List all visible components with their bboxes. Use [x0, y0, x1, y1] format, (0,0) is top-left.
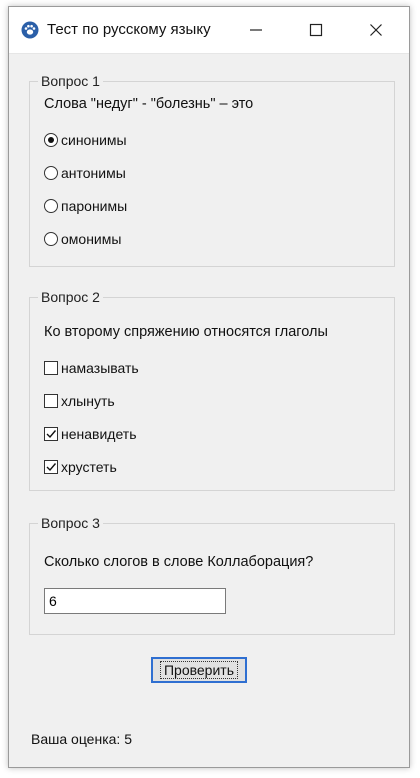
close-icon	[370, 24, 382, 36]
checkbox-option-label: ненавидеть	[61, 426, 137, 442]
checkbox[interactable]	[44, 394, 58, 408]
checkbox-option-nenavidet[interactable]: ненавидеть	[44, 424, 137, 444]
radio-option-paronyms[interactable]: паронимы	[44, 196, 127, 216]
score-line: Ваша оценка: 5	[31, 731, 132, 747]
maximize-icon	[309, 23, 323, 37]
radio-option-label: омонимы	[61, 231, 122, 247]
question3-legend: Вопрос 3	[38, 515, 103, 531]
score-value: 5	[124, 731, 132, 747]
checkbox-option-label: намазывать	[61, 360, 139, 376]
radio-button-checked[interactable]	[44, 133, 58, 147]
question1-group: Вопрос 1 Слова "недуг" - "болезнь" – это…	[29, 73, 395, 267]
checkbox-checked[interactable]	[44, 460, 58, 474]
window-title: Тест по русскому языку	[47, 21, 211, 38]
checkbox[interactable]	[44, 361, 58, 375]
check-button-label: Проверить	[159, 661, 239, 679]
checkbox-option-khlynut[interactable]: хлынуть	[44, 391, 115, 411]
radio-button[interactable]	[44, 199, 58, 213]
check-button[interactable]: Проверить	[151, 657, 247, 683]
radio-option-homonyms[interactable]: омонимы	[44, 229, 121, 249]
radio-option-label: антонимы	[61, 165, 126, 181]
radio-option-synonyms[interactable]: синонимы	[44, 130, 127, 150]
checkbox-option-khrustet[interactable]: хрустеть	[44, 457, 117, 477]
score-label: Ваша оценка:	[31, 731, 121, 747]
question3-group: Вопрос 3 Сколько слогов в слове Коллабор…	[29, 515, 395, 635]
question3-text: Сколько слогов в слове Коллаборация?	[44, 554, 314, 570]
question1-text: Слова "недуг" - "болезнь" – это	[44, 96, 254, 112]
maximize-button[interactable]	[293, 7, 339, 53]
question2-text: Ко второму спряжению относятся глаголы	[44, 324, 328, 340]
radio-button[interactable]	[44, 166, 58, 180]
radio-option-antonyms[interactable]: антонимы	[44, 163, 126, 183]
checkbox-option-label: хрустеть	[61, 459, 117, 475]
radio-option-label: синонимы	[61, 132, 127, 148]
close-button[interactable]	[353, 7, 399, 53]
radio-button[interactable]	[44, 232, 58, 246]
checkmark-icon	[46, 463, 57, 472]
answer-input[interactable]	[44, 588, 226, 614]
title-bar[interactable]: Тест по русскому языку	[9, 7, 409, 54]
minimize-button[interactable]	[233, 7, 279, 53]
paw-icon	[21, 21, 39, 39]
checkbox-checked[interactable]	[44, 427, 58, 441]
question1-legend: Вопрос 1	[38, 73, 103, 89]
checkbox-option-label: хлынуть	[61, 393, 115, 409]
minimize-icon	[250, 29, 262, 31]
app-window: Тест по русскому языку Вопрос 1 Слова "н…	[8, 6, 410, 768]
checkmark-icon	[46, 430, 57, 439]
question2-group: Вопрос 2 Ко второму спряжению относятся …	[29, 289, 395, 491]
radio-option-label: паронимы	[61, 198, 128, 214]
question2-legend: Вопрос 2	[38, 289, 103, 305]
checkbox-option-namazyvat[interactable]: намазывать	[44, 358, 139, 378]
